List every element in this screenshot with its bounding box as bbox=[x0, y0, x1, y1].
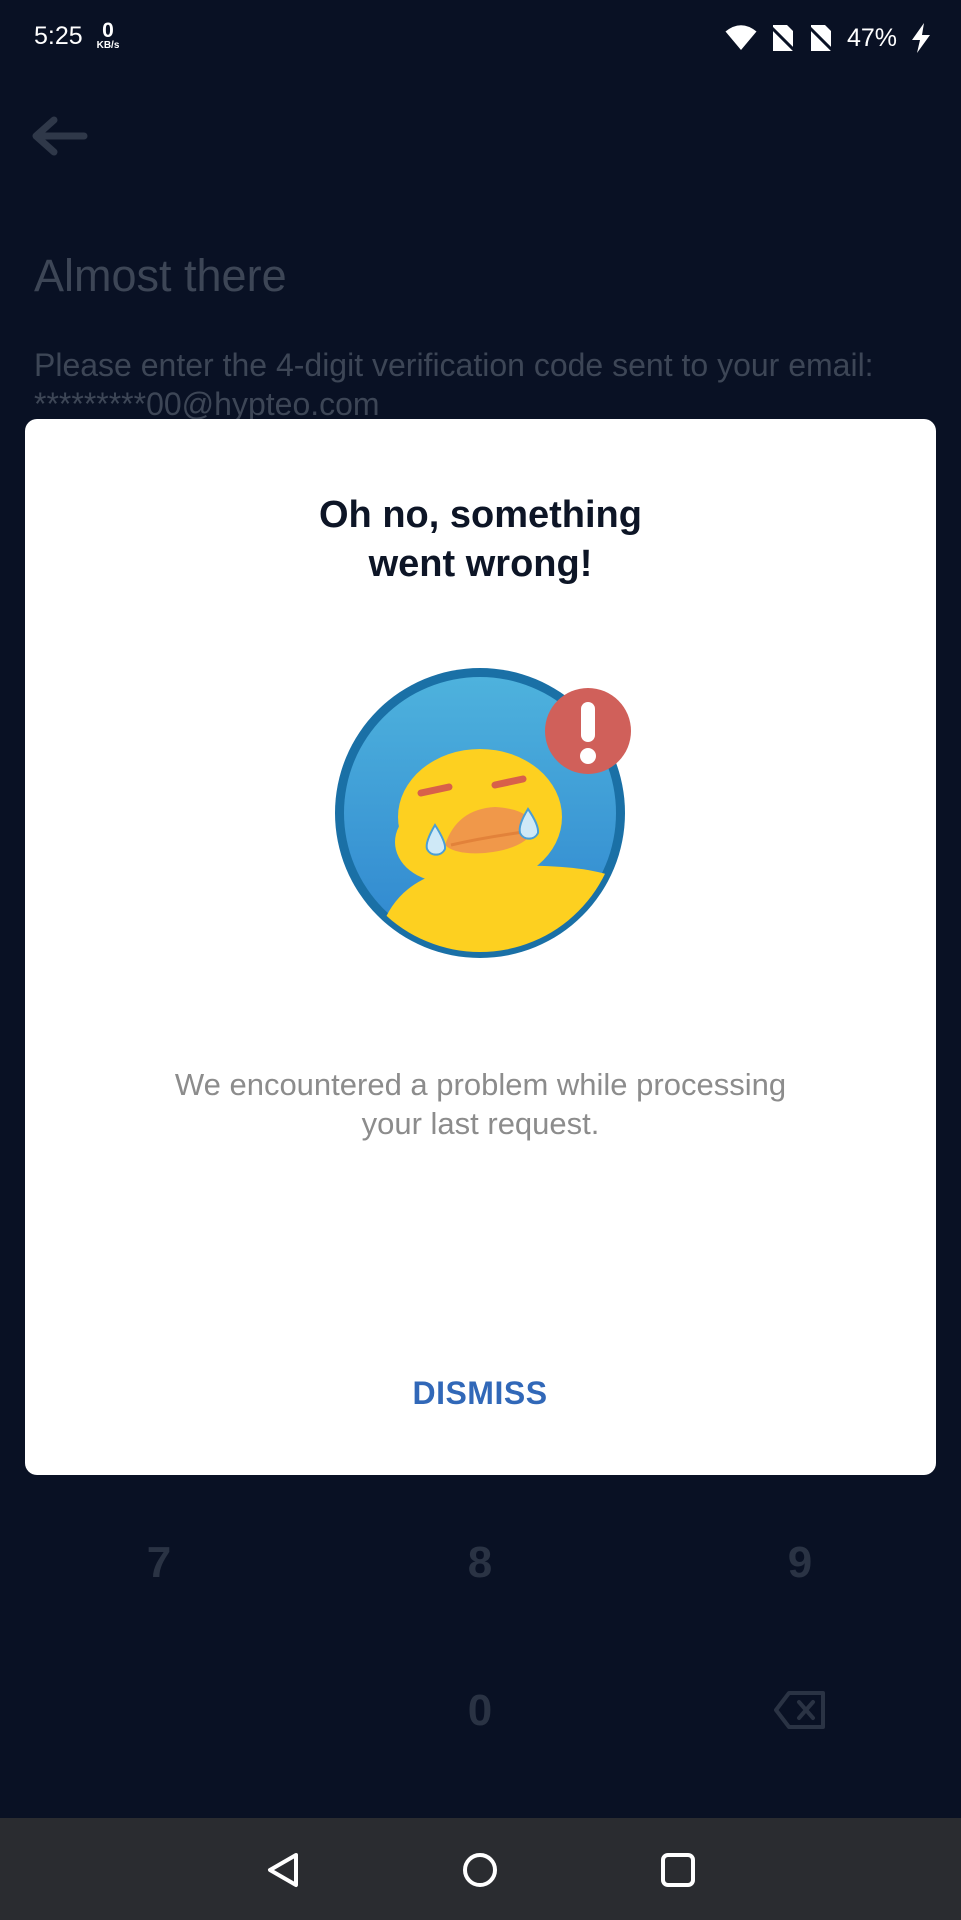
navigation-bar bbox=[0, 1818, 961, 1920]
arrow-left-icon bbox=[32, 116, 88, 156]
no-sim-icon bbox=[770, 25, 795, 52]
error-dialog: Oh no, something went wrong! We encounte… bbox=[25, 419, 936, 1475]
status-bar: 5:25 0 KB/s 47% bbox=[0, 0, 961, 78]
keypad-key-7[interactable]: 7 bbox=[99, 1538, 219, 1588]
charging-bolt-icon bbox=[912, 23, 930, 53]
network-speed-value: 0 bbox=[102, 19, 114, 42]
dialog-title-line-1: Oh no, something bbox=[319, 494, 642, 536]
back-triangle-icon bbox=[268, 1853, 298, 1887]
back-button[interactable] bbox=[30, 116, 88, 161]
dialog-title: Oh no, something went wrong! bbox=[25, 491, 936, 589]
nav-home-button[interactable] bbox=[450, 1842, 510, 1898]
dialog-message: We encountered a problem while processin… bbox=[115, 1065, 846, 1143]
battery-percent: 47% bbox=[846, 23, 897, 52]
no-sim-icon bbox=[808, 25, 833, 52]
keypad-key-8[interactable]: 8 bbox=[420, 1538, 540, 1588]
verification-instruction: Please enter the 4-digit verification co… bbox=[34, 347, 874, 422]
crying-duck-error-illustration bbox=[335, 668, 631, 958]
network-speed-unit: KB/s bbox=[96, 40, 120, 51]
backspace-icon bbox=[774, 1691, 825, 1729]
home-circle-icon bbox=[463, 1853, 497, 1887]
nav-recents-button[interactable] bbox=[648, 1842, 708, 1898]
dialog-title-line-2: went wrong! bbox=[368, 543, 593, 585]
network-speed: 0 KB/s bbox=[92, 20, 124, 51]
dismiss-button[interactable]: DISMISS bbox=[380, 1363, 580, 1423]
status-time: 5:25 bbox=[34, 22, 83, 50]
nav-back-button[interactable] bbox=[253, 1842, 313, 1898]
page-title: Almost there bbox=[34, 250, 287, 301]
status-icons: 47% bbox=[725, 20, 931, 56]
keypad-key-0[interactable]: 0 bbox=[420, 1686, 540, 1736]
keypad-backspace[interactable] bbox=[774, 1690, 826, 1735]
keypad-key-9[interactable]: 9 bbox=[740, 1538, 860, 1588]
dialog-message-line-2: your last request. bbox=[361, 1106, 600, 1141]
wifi-icon bbox=[725, 25, 757, 50]
dialog-message-line-1: We encountered a problem while processin… bbox=[174, 1067, 787, 1102]
recents-square-icon bbox=[661, 1853, 695, 1887]
